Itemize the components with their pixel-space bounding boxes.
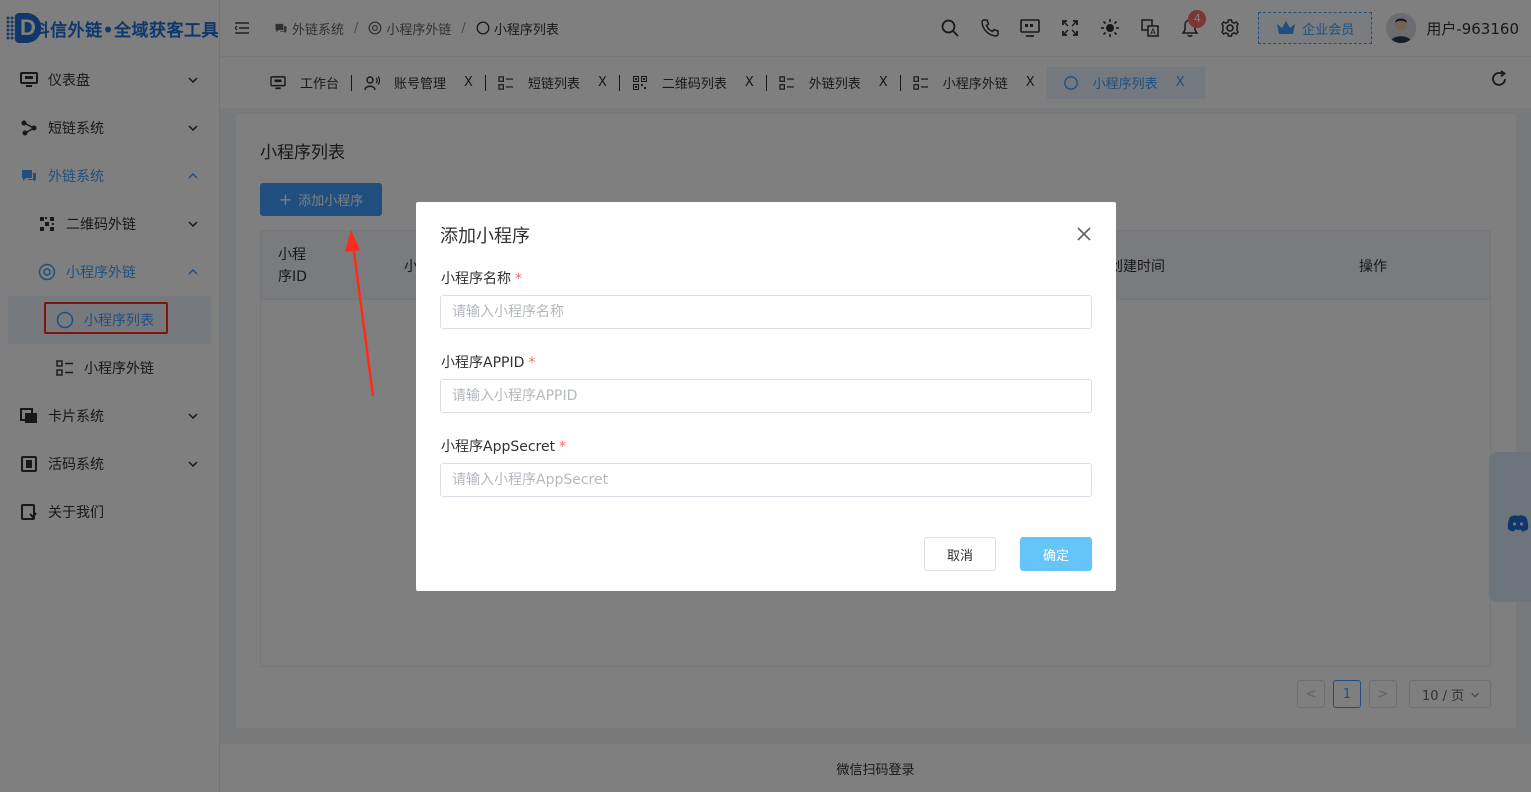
appid-field-label: 小程序APPID * xyxy=(441,355,536,371)
app-root: D 抖信外链•全域获客工具 仪表盘 短链系统 xyxy=(0,0,1531,792)
confirm-button[interactable]: 确定 xyxy=(1020,537,1092,571)
name-field-label: 小程序名称 * xyxy=(441,271,522,287)
add-miniprogram-dialog: 添加小程序 小程序名称* 小程序APPID* 小程序AppSecret* 取消 … xyxy=(416,202,1116,591)
required-mark: * xyxy=(515,271,522,287)
appid-input[interactable] xyxy=(440,379,1092,413)
close-icon[interactable] xyxy=(1076,226,1092,242)
appsecret-field-label: 小程序AppSecret * xyxy=(441,439,567,455)
required-mark: * xyxy=(528,355,536,371)
appsecret-input[interactable] xyxy=(440,463,1092,497)
required-mark: * xyxy=(559,439,567,455)
name-input[interactable] xyxy=(440,295,1092,329)
cancel-button[interactable]: 取消 xyxy=(924,537,996,571)
dialog-title: 添加小程序 xyxy=(440,226,530,247)
